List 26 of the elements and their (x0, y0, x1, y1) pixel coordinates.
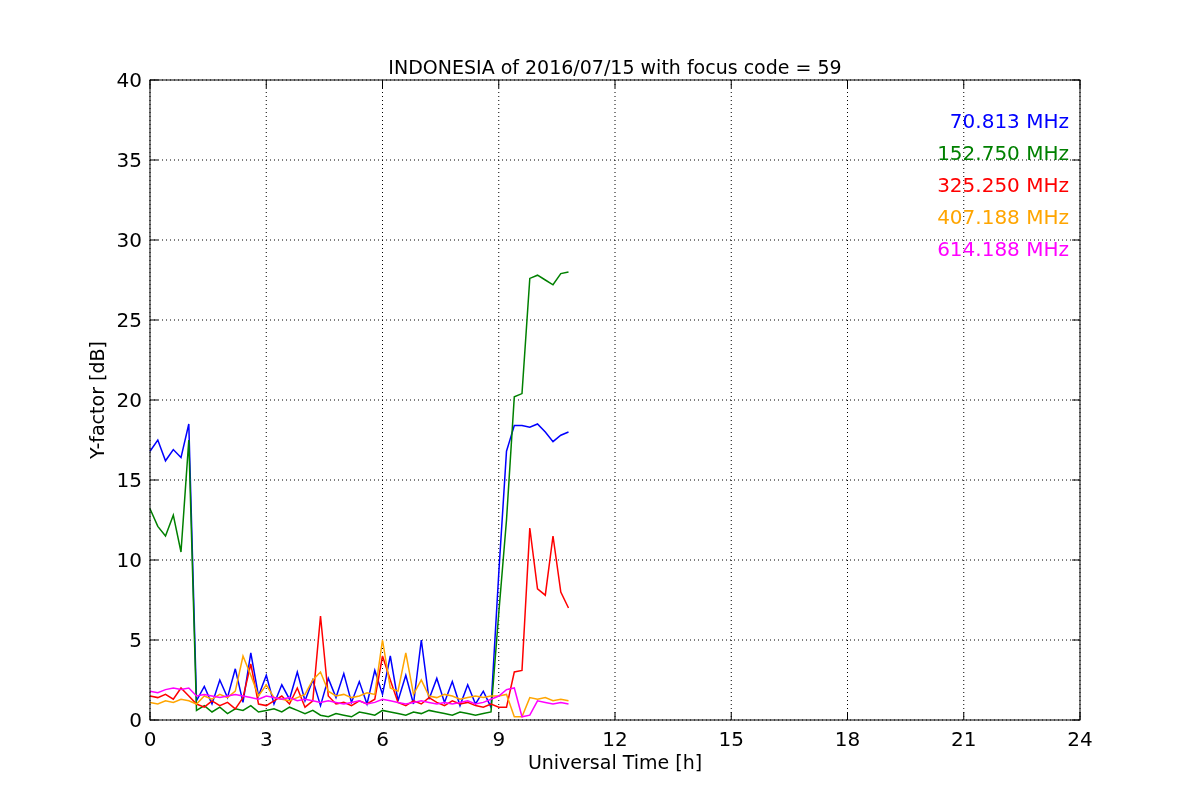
x-tick-label: 18 (834, 727, 861, 751)
chart-title: INDONESIA of 2016/07/15 with focus code = 59 (388, 56, 842, 78)
x-tick-label: 3 (259, 727, 273, 751)
legend-label: 614.188 MHz (937, 237, 1069, 261)
x-tick-label: 15 (718, 727, 744, 751)
x-tick-label: 12 (602, 727, 628, 751)
y-tick-label: 35 (116, 148, 142, 172)
x-tick-label: 6 (376, 727, 389, 751)
legend-label: 407.188 MHz (937, 205, 1069, 229)
y-tick-label: 20 (116, 388, 142, 412)
x-tick-label: 24 (1067, 727, 1093, 751)
y-tick-label: 5 (129, 628, 142, 652)
x-tick-label: 9 (492, 727, 506, 751)
y-tick-label: 40 (116, 68, 142, 92)
legend-label: 70.813 MHz (949, 109, 1069, 133)
y-tick-label: 25 (116, 308, 142, 332)
x-tick-label: 0 (143, 727, 157, 751)
x-axis-label: Universal Time [h] (527, 751, 703, 773)
legend-label: 325.250 MHz (937, 173, 1069, 197)
y-tick-label: 10 (116, 548, 142, 572)
y-axis-label: Y-factor [dB] (86, 341, 108, 459)
y-tick-label: 30 (116, 228, 142, 252)
legend-label: 152.750 MHz (937, 141, 1069, 165)
y-tick-label: 0 (129, 708, 142, 732)
x-tick-label: 21 (951, 727, 977, 751)
y-tick-label: 15 (116, 468, 142, 492)
